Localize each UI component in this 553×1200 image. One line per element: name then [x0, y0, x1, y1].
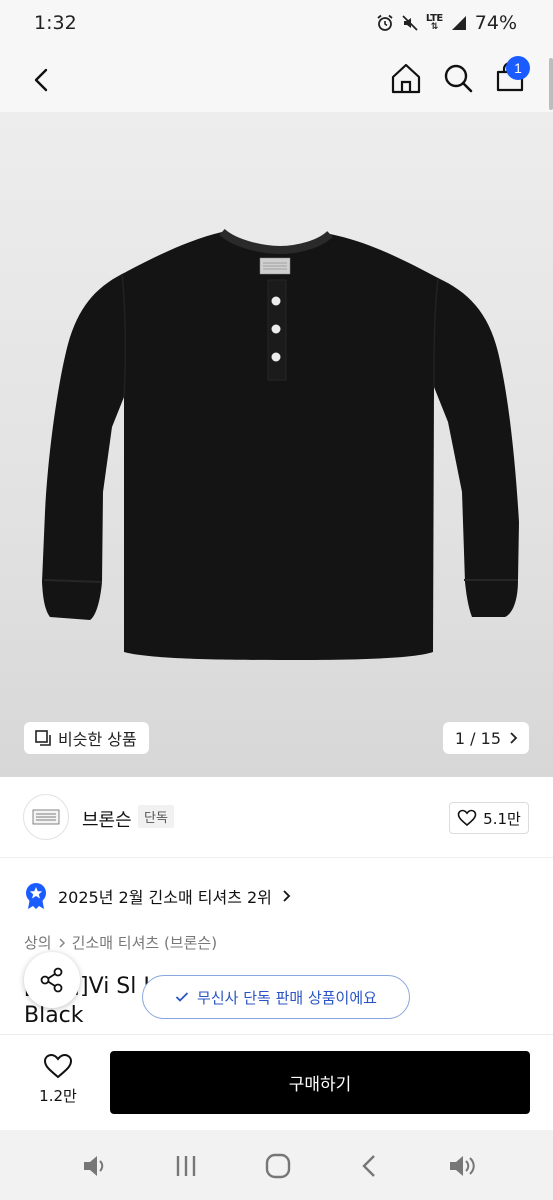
volume-up-icon[interactable] — [446, 1150, 478, 1182]
chevron-right-icon — [283, 890, 291, 902]
check-icon — [175, 992, 189, 1002]
purchase-bar: 1.2만 구매하기 — [0, 1034, 553, 1130]
brand-row: 브론슨 단독 5.1만 — [0, 778, 553, 858]
product-image[interactable] — [0, 112, 553, 777]
status-time: 1:32 — [34, 12, 77, 34]
breadcrumb: 상의 긴소매 티셔츠 (브론슨) — [24, 932, 217, 953]
brand-like-count: 5.1만 — [483, 809, 521, 828]
app-header — [0, 48, 553, 112]
home-nav-icon[interactable] — [262, 1150, 294, 1182]
ranking-link[interactable]: 2025년 2월 긴소매 티셔츠 2위 — [24, 882, 292, 910]
back-icon[interactable] — [22, 60, 62, 100]
volume-down-icon[interactable] — [78, 1150, 110, 1182]
share-icon — [40, 967, 63, 993]
heart-icon — [457, 809, 477, 827]
status-bar: 1:32 LTE ⇅ 74% — [0, 0, 553, 48]
mute-icon — [402, 15, 418, 31]
toast-text: 무신사 단독 판매 상품이에요 — [197, 988, 377, 1007]
lte-icon: LTE ⇅ — [425, 13, 443, 32]
share-button[interactable] — [24, 952, 80, 1008]
similar-products-button[interactable]: 비슷한 상품 — [24, 722, 149, 754]
brand-logo-image — [32, 809, 60, 825]
product-photo-henley-shirt — [42, 228, 519, 660]
image-page-indicator[interactable]: 1 / 15 — [442, 722, 529, 754]
cart-count-badge: 1 — [506, 56, 530, 80]
wish-count: 1.2만 — [39, 1087, 77, 1105]
chevron-right-icon — [59, 937, 65, 948]
heart-icon — [43, 1053, 73, 1079]
brand-logo[interactable] — [23, 794, 69, 840]
alarm-icon — [377, 14, 393, 31]
page-text: 1 / 15 — [454, 728, 501, 748]
similar-label: 비슷한 상품 — [58, 730, 137, 749]
breadcrumb-item-top[interactable]: 상의 — [24, 932, 52, 953]
signal-icon — [451, 16, 466, 30]
exclusive-badge: 단독 — [138, 805, 174, 828]
exclusive-toast: 무신사 단독 판매 상품이에요 — [142, 975, 410, 1019]
ranking-badge-icon — [26, 883, 46, 909]
recent-apps-icon[interactable] — [170, 1150, 202, 1182]
search-icon[interactable] — [438, 58, 478, 98]
wishlist-button[interactable]: 1.2만 — [28, 1053, 88, 1115]
ranking-text: 2025년 2월 긴소매 티셔츠 2위 — [58, 888, 272, 907]
home-icon[interactable] — [386, 58, 426, 98]
scroll-indicator — [549, 58, 553, 110]
buy-button[interactable]: 구매하기 — [110, 1051, 530, 1114]
chevron-right-icon — [510, 732, 518, 744]
battery-level: 74% — [474, 12, 517, 34]
similar-icon — [35, 730, 51, 746]
back-nav-icon[interactable] — [354, 1150, 386, 1182]
system-nav-bar — [0, 1130, 553, 1200]
status-icons: LTE ⇅ 74% — [376, 12, 517, 34]
breadcrumb-item-category[interactable]: 긴소매 티셔츠 (브론슨) — [72, 932, 217, 953]
brand-name[interactable]: 브론슨 — [82, 806, 132, 832]
brand-like-button[interactable]: 5.1만 — [449, 802, 529, 834]
